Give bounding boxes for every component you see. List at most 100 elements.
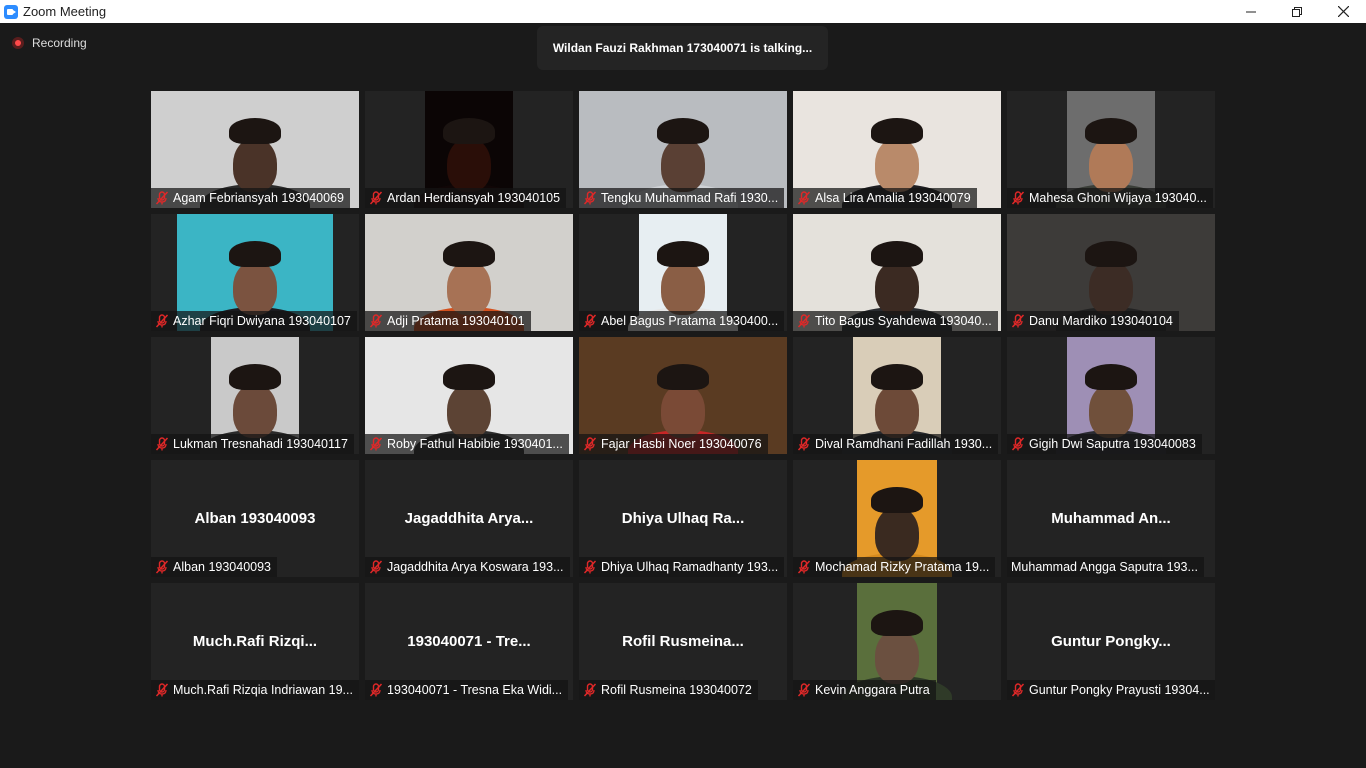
- participant-tile[interactable]: Agam Febriansyah 193040069: [151, 91, 359, 208]
- participant-tile[interactable]: Alban 193040093 Alban 193040093: [151, 460, 359, 577]
- participant-name: 193040071 - Tresna Eka Widi...: [387, 683, 563, 697]
- mic-muted-icon: [369, 191, 383, 205]
- participant-tile[interactable]: Kevin Anggara Putra: [793, 583, 1001, 700]
- participant-tile[interactable]: Tengku Muhammad Rafi 1930...: [579, 91, 787, 208]
- mic-muted-icon: [1011, 314, 1025, 328]
- participant-name: Dival Ramdhani Fadillah 1930...: [815, 437, 993, 451]
- window-title: Zoom Meeting: [23, 4, 107, 19]
- participant-tile[interactable]: Mahesa Ghoni Wijaya 193040...: [1007, 91, 1215, 208]
- participant-name-label: 193040071 - Tresna Eka Widi...: [365, 680, 569, 700]
- participant-name-label: Danu Mardiko 193040104: [1007, 311, 1179, 331]
- participant-name: Mahesa Ghoni Wijaya 193040...: [1029, 191, 1207, 205]
- participant-name-label: Jagaddhita Arya Koswara 193...: [365, 557, 570, 577]
- participant-tile[interactable]: Muhammad An... Muhammad Angga Saputra 193…: [1007, 460, 1215, 577]
- participant-name: Abel Bagus Pratama 1930400...: [601, 314, 779, 328]
- participant-tile[interactable]: 193040071 - Tre... 193040071 - Tresna Eka…: [365, 583, 573, 700]
- participant-tile[interactable]: Azhar Fiqri Dwiyana 193040107: [151, 214, 359, 331]
- participant-name-label: Alban 193040093: [151, 557, 278, 577]
- restore-button[interactable]: [1274, 0, 1320, 23]
- mic-muted-icon: [1011, 683, 1025, 697]
- participant-tile[interactable]: Abel Bagus Pratama 1930400...: [579, 214, 787, 331]
- minimize-button[interactable]: [1228, 0, 1274, 23]
- participant-tile[interactable]: Adji Pratama 193040101: [365, 214, 573, 331]
- participant-name: Fajar Hasbi Noer 193040076: [601, 437, 762, 451]
- participant-tile[interactable]: Dhiya Ulhaq Ra... Dhiya Ulhaq Ramadhanty …: [579, 460, 787, 577]
- participant-name-label: Adji Pratama 193040101: [365, 311, 531, 331]
- participant-name: Kevin Anggara Putra: [815, 683, 930, 697]
- recording-icon: [12, 37, 24, 49]
- participant-name-label: Dhiya Ulhaq Ramadhanty 193...: [579, 557, 785, 577]
- participant-name-label: Tengku Muhammad Rafi 1930...: [579, 188, 785, 208]
- participant-tile[interactable]: Gigih Dwi Saputra 193040083: [1007, 337, 1215, 454]
- participant-name-label: Mochamad Rizky Pratama 19...: [793, 557, 996, 577]
- window-controls: [1228, 0, 1366, 23]
- participant-name: Gigih Dwi Saputra 193040083: [1029, 437, 1196, 451]
- participant-name-label: Alsa Lira Amalia 193040079: [793, 188, 977, 208]
- close-button[interactable]: [1320, 0, 1366, 23]
- participant-name-label: Ardan Herdiansyah 193040105: [365, 188, 567, 208]
- participant-tile[interactable]: Roby Fathul Habibie 1930401...: [365, 337, 573, 454]
- mic-muted-icon: [583, 560, 597, 574]
- participant-name-label: Much.Rafi Rizqia Indriawan 19...: [151, 680, 359, 700]
- participant-tile[interactable]: Dival Ramdhani Fadillah 1930...: [793, 337, 1001, 454]
- mic-muted-icon: [155, 437, 169, 451]
- mic-muted-icon: [797, 437, 811, 451]
- participant-tile[interactable]: Tito Bagus Syahdewa 193040...: [793, 214, 1001, 331]
- participant-name-label: Abel Bagus Pratama 1930400...: [579, 311, 785, 331]
- participant-tile[interactable]: Mochamad Rizky Pratama 19...: [793, 460, 1001, 577]
- gallery-grid: Agam Febriansyah 193040069 Ardan Herdians…: [151, 91, 1215, 700]
- participant-name: Jagaddhita Arya Koswara 193...: [387, 560, 564, 574]
- participant-name-label: Muhammad Angga Saputra 193...: [1007, 557, 1204, 577]
- participant-name: Muhammad Angga Saputra 193...: [1011, 560, 1198, 574]
- mic-muted-icon: [583, 437, 597, 451]
- participant-name: Alsa Lira Amalia 193040079: [815, 191, 971, 205]
- participant-name-label: Lukman Tresnahadi 193040117: [151, 434, 354, 454]
- participant-display-name: Dhiya Ulhaq Ra...: [621, 510, 745, 527]
- close-icon: [1337, 6, 1349, 17]
- participant-tile[interactable]: Alsa Lira Amalia 193040079: [793, 91, 1001, 208]
- recording-label: Recording: [32, 36, 87, 50]
- participant-display-name: Guntur Pongky...: [1051, 633, 1171, 650]
- participant-name: Danu Mardiko 193040104: [1029, 314, 1173, 328]
- mic-muted-icon: [369, 560, 383, 574]
- mic-muted-icon: [155, 683, 169, 697]
- minimize-icon: [1246, 11, 1256, 12]
- participant-name: Agam Febriansyah 193040069: [173, 191, 344, 205]
- mic-muted-icon: [155, 314, 169, 328]
- participant-name: Roby Fathul Habibie 1930401...: [387, 437, 563, 451]
- participant-name: Tengku Muhammad Rafi 1930...: [601, 191, 779, 205]
- participant-name: Azhar Fiqri Dwiyana 193040107: [173, 314, 351, 328]
- participant-name: Mochamad Rizky Pratama 19...: [815, 560, 990, 574]
- participant-tile[interactable]: Jagaddhita Arya... Jagaddhita Arya Koswar…: [365, 460, 573, 577]
- participant-tile[interactable]: Ardan Herdiansyah 193040105: [365, 91, 573, 208]
- mic-muted-icon: [369, 437, 383, 451]
- participant-display-name: 193040071 - Tre...: [407, 633, 531, 650]
- participant-name: Rofil Rusmeina 193040072: [601, 683, 752, 697]
- participant-display-name: Rofil Rusmeina...: [622, 633, 744, 650]
- mic-muted-icon: [583, 683, 597, 697]
- participant-tile[interactable]: Guntur Pongky... Guntur Pongky Prayusti 1…: [1007, 583, 1215, 700]
- active-speaker-banner: Wildan Fauzi Rakhman 173040071 is talkin…: [537, 26, 828, 70]
- mic-muted-icon: [797, 683, 811, 697]
- mic-muted-icon: [369, 683, 383, 697]
- participant-tile[interactable]: Danu Mardiko 193040104: [1007, 214, 1215, 331]
- mic-muted-icon: [797, 314, 811, 328]
- participant-tile[interactable]: Fajar Hasbi Noer 193040076: [579, 337, 787, 454]
- participant-name-label: Tito Bagus Syahdewa 193040...: [793, 311, 998, 331]
- participant-name-label: Dival Ramdhani Fadillah 1930...: [793, 434, 999, 454]
- participant-tile[interactable]: Rofil Rusmeina... Rofil Rusmeina 19304007…: [579, 583, 787, 700]
- mic-muted-icon: [1011, 191, 1025, 205]
- participant-display-name: Much.Rafi Rizqi...: [192, 633, 318, 650]
- participant-name: Alban 193040093: [173, 560, 272, 574]
- participant-name-label: Fajar Hasbi Noer 193040076: [579, 434, 768, 454]
- recording-indicator[interactable]: Recording: [12, 36, 87, 50]
- participant-tile[interactable]: Lukman Tresnahadi 193040117: [151, 337, 359, 454]
- participant-tile[interactable]: Much.Rafi Rizqi... Much.Rafi Rizqia Indri…: [151, 583, 359, 700]
- participant-name-label: Rofil Rusmeina 193040072: [579, 680, 758, 700]
- mic-muted-icon: [583, 191, 597, 205]
- mic-muted-icon: [583, 314, 597, 328]
- participant-display-name: Muhammad An...: [1051, 510, 1171, 527]
- mic-muted-icon: [797, 191, 811, 205]
- zoom-app-icon: [4, 4, 18, 19]
- mic-muted-icon: [1011, 437, 1025, 451]
